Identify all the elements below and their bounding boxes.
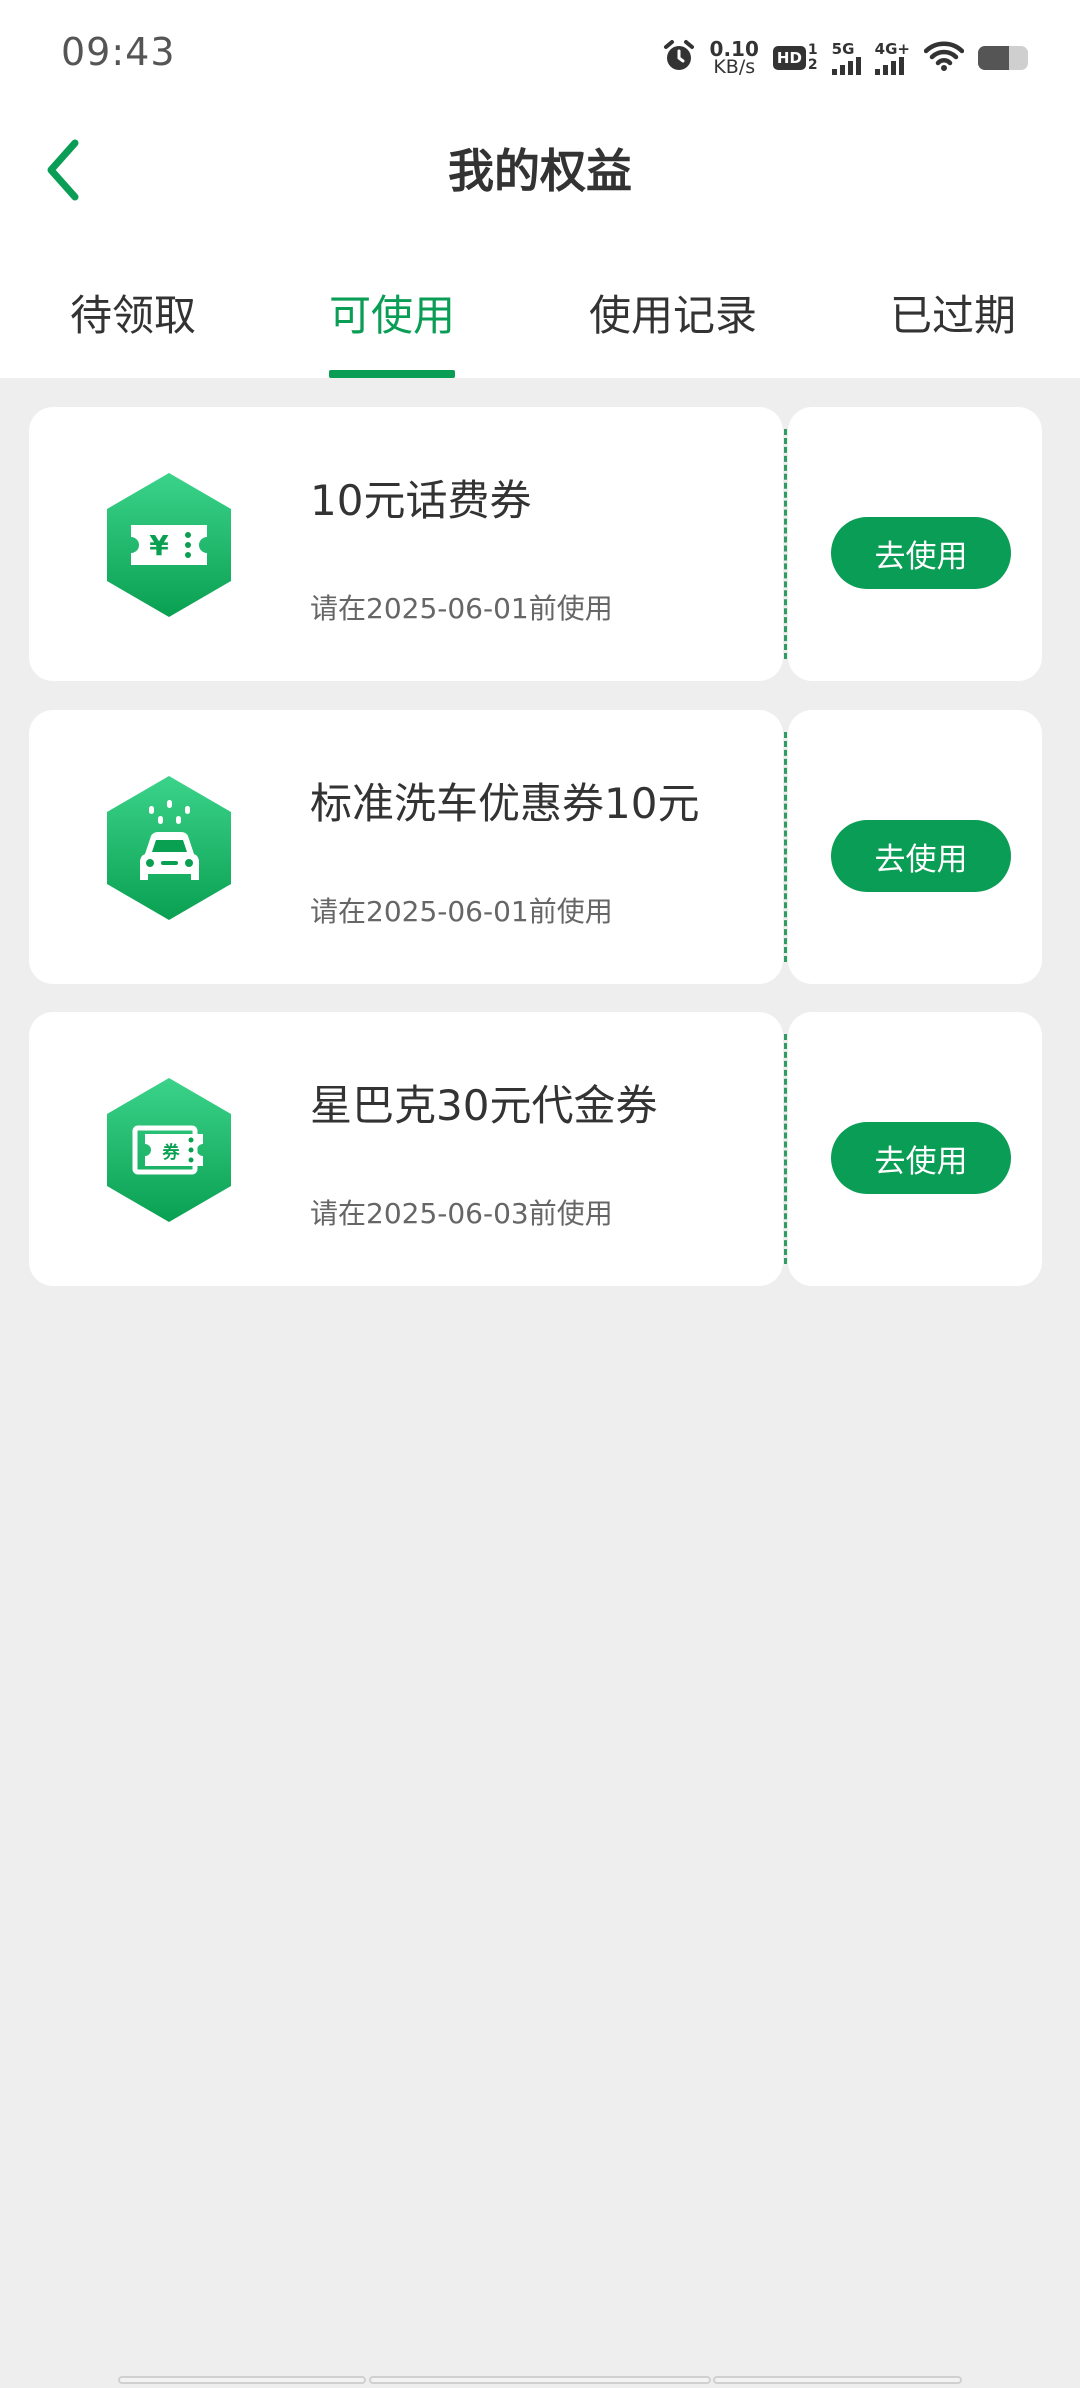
gesture-bar-segment[interactable] (713, 2376, 962, 2384)
coupon-card: 标准洗车优惠券10元 请在2025-06-01前使用 去使用 (29, 710, 1042, 984)
tab-label: 可使用 (329, 291, 456, 340)
coupon-card: 券 星巴克30元代金券 请在2025-06-03前使用 去使用 (29, 1012, 1042, 1286)
signal-4g-icon: 4G+ (874, 40, 910, 75)
hd-label: HD (772, 46, 806, 70)
coupon-expiry: 请在2025-06-03前使用 (310, 1197, 613, 1230)
tab-available[interactable]: 可使用 (329, 282, 456, 378)
gesture-bar-segment[interactable] (118, 2376, 366, 2384)
voucher-glyph: 券 (162, 1142, 181, 1163)
ticket-glyph: ¥ (149, 529, 169, 562)
active-tab-indicator (329, 370, 456, 378)
wifi-icon (923, 40, 965, 76)
signal-5g-label: 5G (831, 40, 855, 58)
status-bar: 09:43 0.10 KB/s HD 1 2 5G 4G+ (0, 0, 1080, 110)
phone-bill-ticket-icon: ¥ (107, 473, 231, 617)
hd-sub: 2 (807, 57, 818, 73)
car-wash-icon (107, 776, 231, 920)
coupon-divider (784, 1034, 787, 1264)
gesture-bar-segment[interactable] (369, 2376, 711, 2384)
voucher-ticket-icon: 券 (107, 1078, 231, 1222)
coupon-title: 10元话费券 (310, 476, 532, 525)
tab-label: 待领取 (70, 291, 197, 340)
signal-5g-icon: 5G (831, 40, 861, 75)
page-title: 我的权益 (448, 144, 632, 198)
use-button[interactable]: 去使用 (831, 820, 1011, 892)
coupon-expiry: 请在2025-06-01前使用 (310, 895, 613, 928)
status-time: 09:43 (61, 30, 176, 74)
header: 我的权益 (0, 110, 1080, 230)
use-button[interactable]: 去使用 (831, 1122, 1011, 1194)
coupon-title: 标准洗车优惠券10元 (310, 779, 700, 828)
alarm-icon (662, 39, 696, 77)
net-speed-unit: KB/s (713, 56, 756, 78)
coupon-title: 星巴克30元代金券 (310, 1081, 658, 1130)
battery-icon (978, 46, 1028, 70)
status-icons: 0.10 KB/s HD 1 2 5G 4G+ (662, 34, 1028, 82)
tab-label: 已过期 (890, 291, 1017, 340)
tab-expired[interactable]: 已过期 (890, 282, 1016, 378)
net-speed: 0.10 KB/s (710, 39, 759, 78)
hd-icon: HD 1 2 (772, 42, 818, 73)
tab-pending[interactable]: 待领取 (70, 282, 196, 378)
signal-4g-label: 4G+ (874, 40, 910, 58)
coupon-divider (784, 429, 787, 659)
coupon-expiry: 请在2025-06-01前使用 (310, 592, 613, 625)
coupon-divider (784, 732, 787, 962)
coupon-card: ¥ 10元话费券 请在2025-06-01前使用 去使用 (29, 407, 1042, 681)
use-button[interactable]: 去使用 (831, 517, 1011, 589)
tab-bar: 待领取 可使用 使用记录 已过期 (0, 262, 1080, 378)
tab-label: 使用记录 (589, 291, 758, 340)
tab-usage-history[interactable]: 使用记录 (589, 282, 757, 378)
hd-sup: 1 (807, 42, 818, 58)
